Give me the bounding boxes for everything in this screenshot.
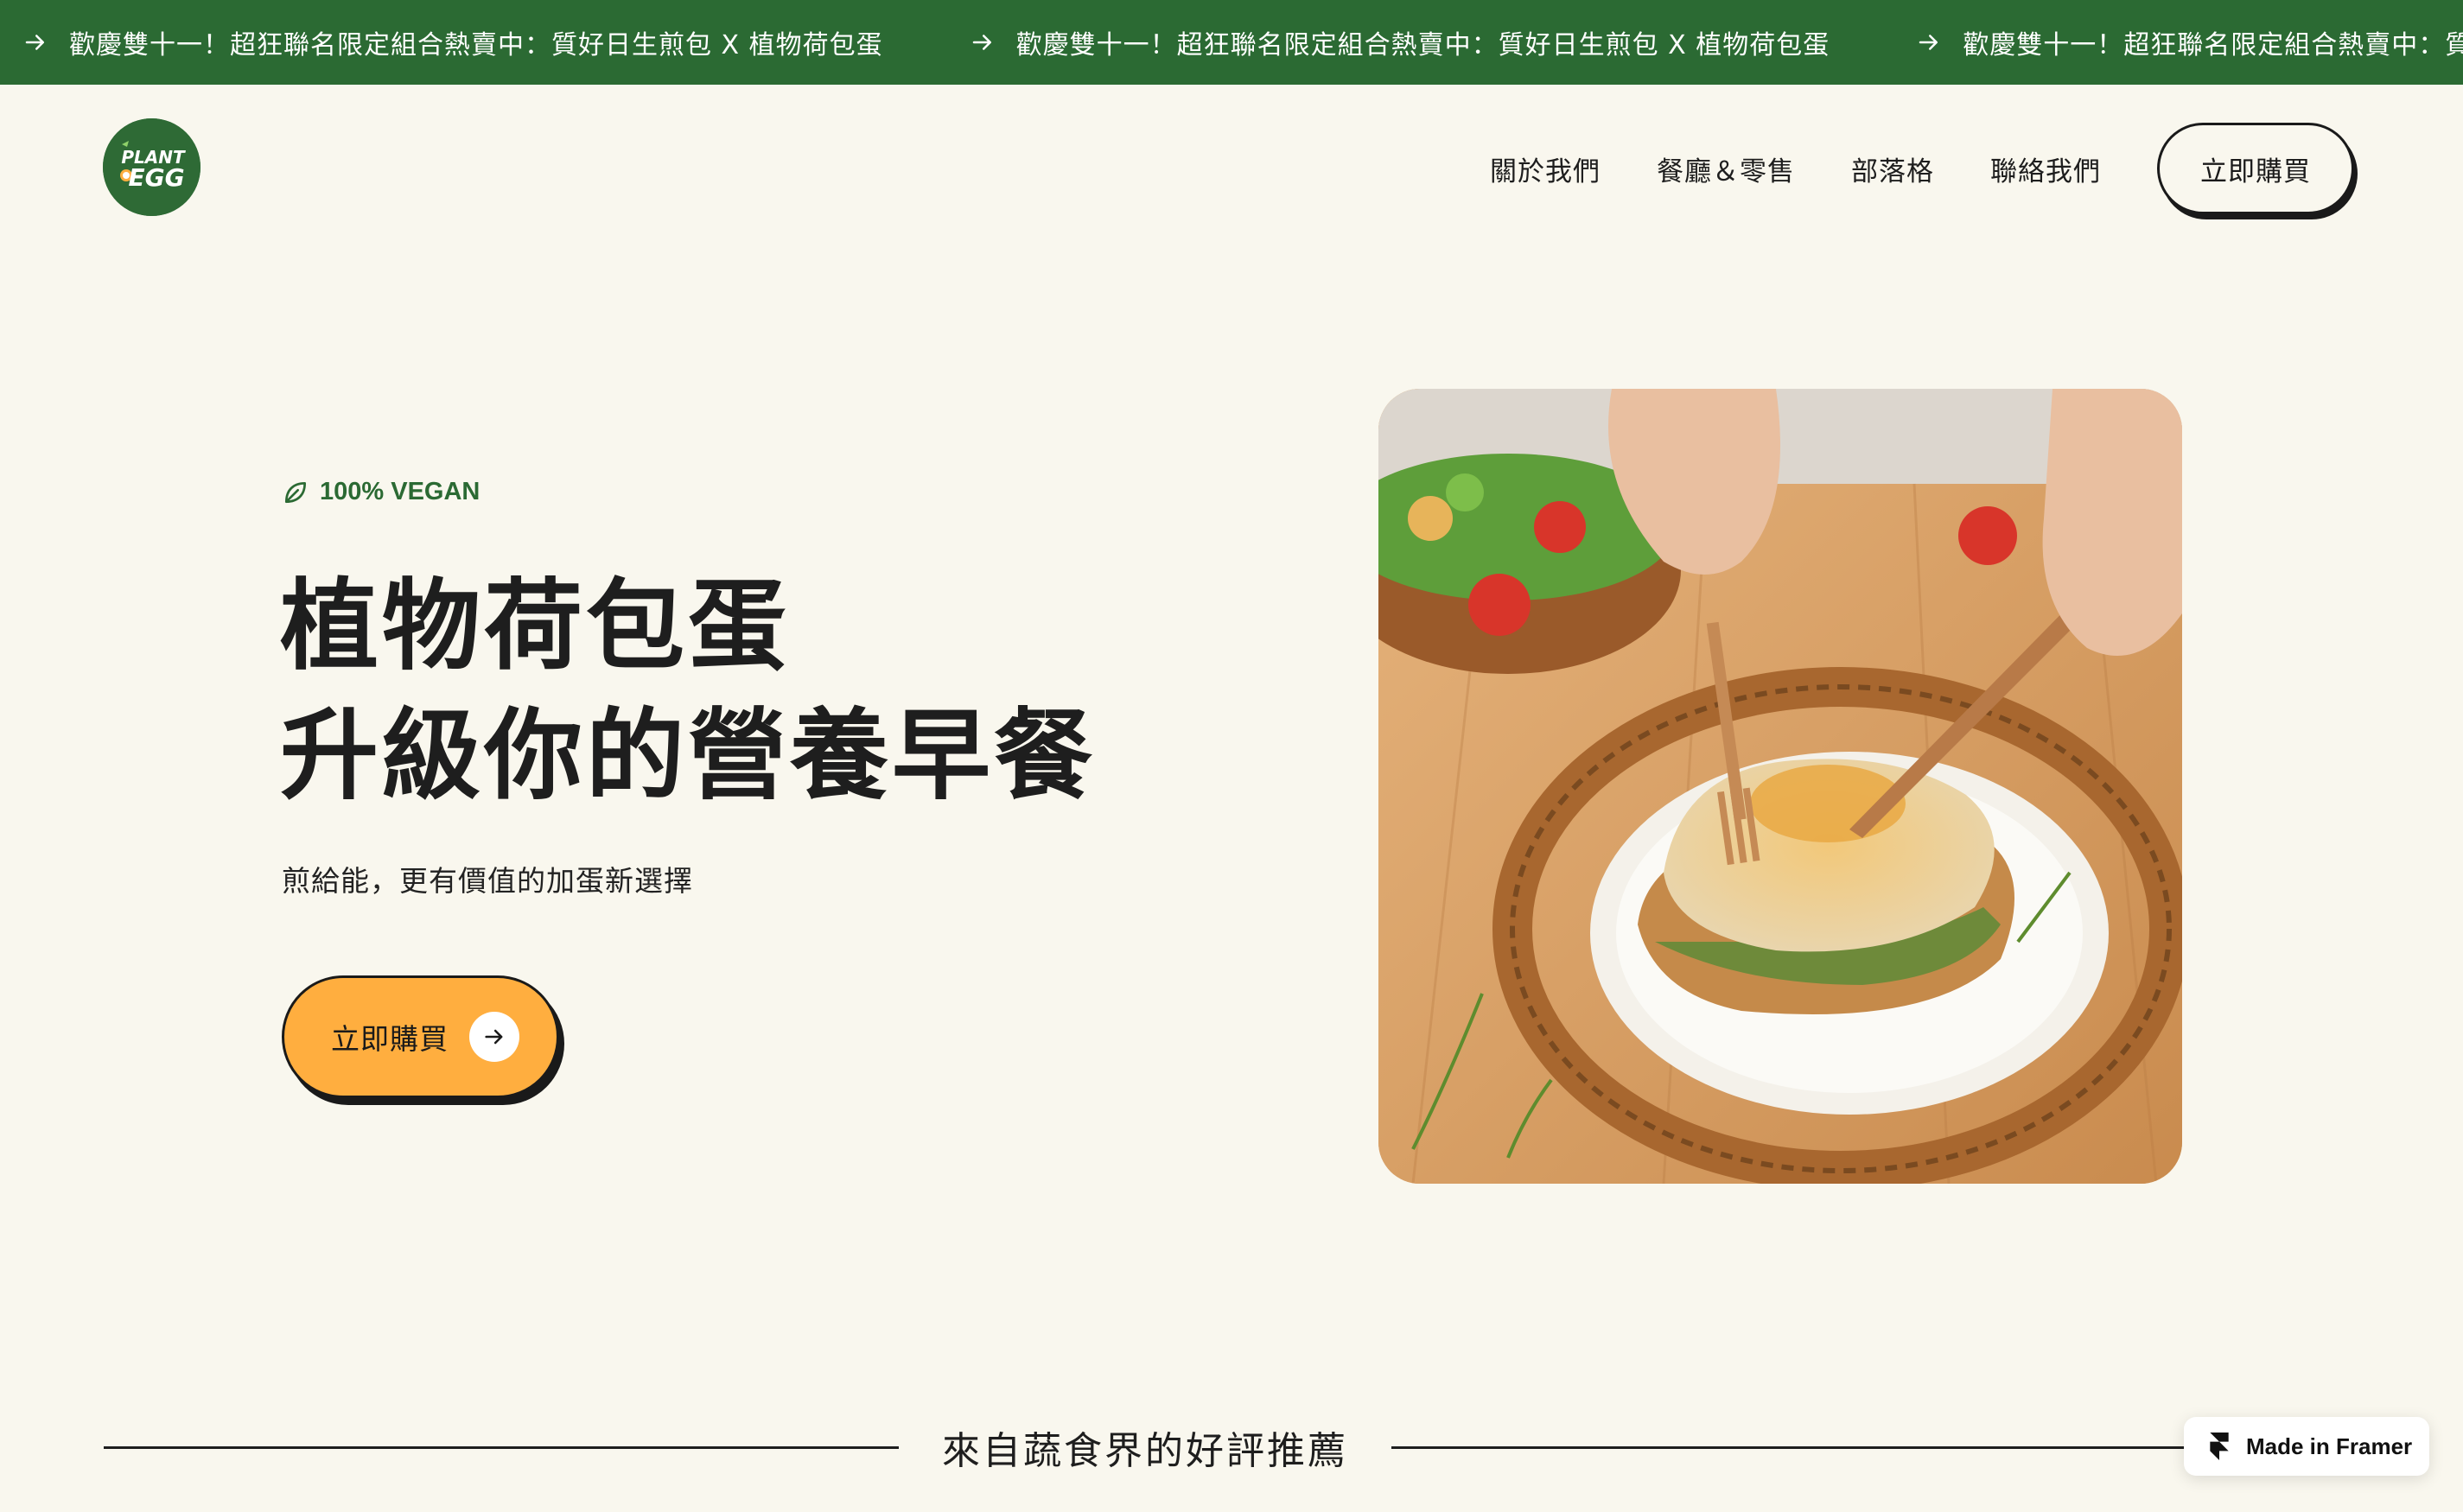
nav-link-blog[interactable]: 部落格	[1851, 149, 1934, 188]
divider-left	[104, 1445, 899, 1449]
main-nav: 關於我們 餐廳＆零售 部落格 聯絡我們 立即購買	[1490, 121, 2359, 216]
hero-title-line-1: 植物荷包蛋	[280, 569, 791, 683]
announcement-text: 歡慶雙十一！超狂聯名限定組合熱賣中：質好日生煎包 X 植物荷包蛋	[1015, 30, 1830, 60]
logo-text-bottom: EGG	[128, 163, 184, 192]
divider-right	[1391, 1445, 2186, 1449]
announcement-text: 歡慶雙十一！超狂聯名限定組合熱賣中：質好日生煎包 X 植物荷包蛋	[69, 30, 883, 60]
vegan-badge-label: 100% VEGAN	[320, 478, 481, 505]
hero-title-line-2: 升級你的營養早餐	[280, 698, 1097, 813]
arrow-right-icon	[25, 35, 44, 50]
arrow-right-icon	[1919, 35, 1938, 50]
made-in-framer-badge[interactable]: Made in Framer	[2184, 1417, 2429, 1476]
page: 歡慶雙十一！超狂聯名限定組合熱賣中：質好日生煎包 X 植物荷包蛋 歡慶雙十一！超…	[0, 0, 2463, 1512]
hero-title: 植物荷包蛋 升級你的營養早餐	[280, 562, 1144, 821]
announcement-item[interactable]: 歡慶雙十一！超狂聯名限定組合熱賣中：質好日生煎包 X 植物荷包蛋	[1893, 0, 2463, 85]
plant-egg-logo-mark: PLANT EGG	[103, 118, 200, 216]
framer-icon	[2210, 1433, 2229, 1460]
announcement-bar[interactable]: 歡慶雙十一！超狂聯名限定組合熱賣中：質好日生煎包 X 植物荷包蛋 歡慶雙十一！超…	[0, 0, 2463, 85]
announcement-item[interactable]: 歡慶雙十一！超狂聯名限定組合熱賣中：質好日生煎包 X 植物荷包蛋	[947, 0, 1830, 85]
arrow-right-icon	[469, 1012, 519, 1062]
hero-subtitle: 煎給能，更有價值的加蛋新選擇	[282, 864, 693, 898]
testimonials-heading: 來自蔬食界的好評推薦	[104, 1417, 2186, 1477]
nav-link-about[interactable]: 關於我們	[1490, 149, 1601, 188]
announcement-item[interactable]: 歡慶雙十一！超狂聯名限定組合熱賣中：質好日生煎包 X 植物荷包蛋	[0, 0, 883, 85]
made-in-framer-label: Made in Framer	[2246, 1433, 2413, 1459]
food-photo-illustration	[1378, 389, 2182, 1184]
arrow-right-icon	[972, 35, 991, 50]
nav-link-restaurants-retail[interactable]: 餐廳＆零售	[1657, 149, 1795, 188]
brand-logo[interactable]: PLANT EGG	[103, 118, 200, 216]
announcement-track: 歡慶雙十一！超狂聯名限定組合熱賣中：質好日生煎包 X 植物荷包蛋 歡慶雙十一！超…	[0, 0, 2463, 85]
testimonials-heading-text: 來自蔬食界的好評推薦	[942, 1429, 1348, 1473]
announcement-text: 歡慶雙十一！超狂聯名限定組合熱賣中：質好日生煎包 X 植物荷包蛋	[1963, 30, 2463, 60]
hero-buy-now-label: 立即購買	[331, 1022, 449, 1056]
hero-food-image	[1378, 389, 2182, 1184]
header-buy-now-button[interactable]: 立即購買	[2157, 123, 2354, 214]
nav-link-contact[interactable]: 聯絡我們	[1990, 149, 2101, 188]
leaf-icon	[285, 481, 306, 503]
vegan-badge: 100% VEGAN	[282, 478, 480, 506]
hero-buy-now-button[interactable]: 立即購買	[282, 975, 559, 1098]
